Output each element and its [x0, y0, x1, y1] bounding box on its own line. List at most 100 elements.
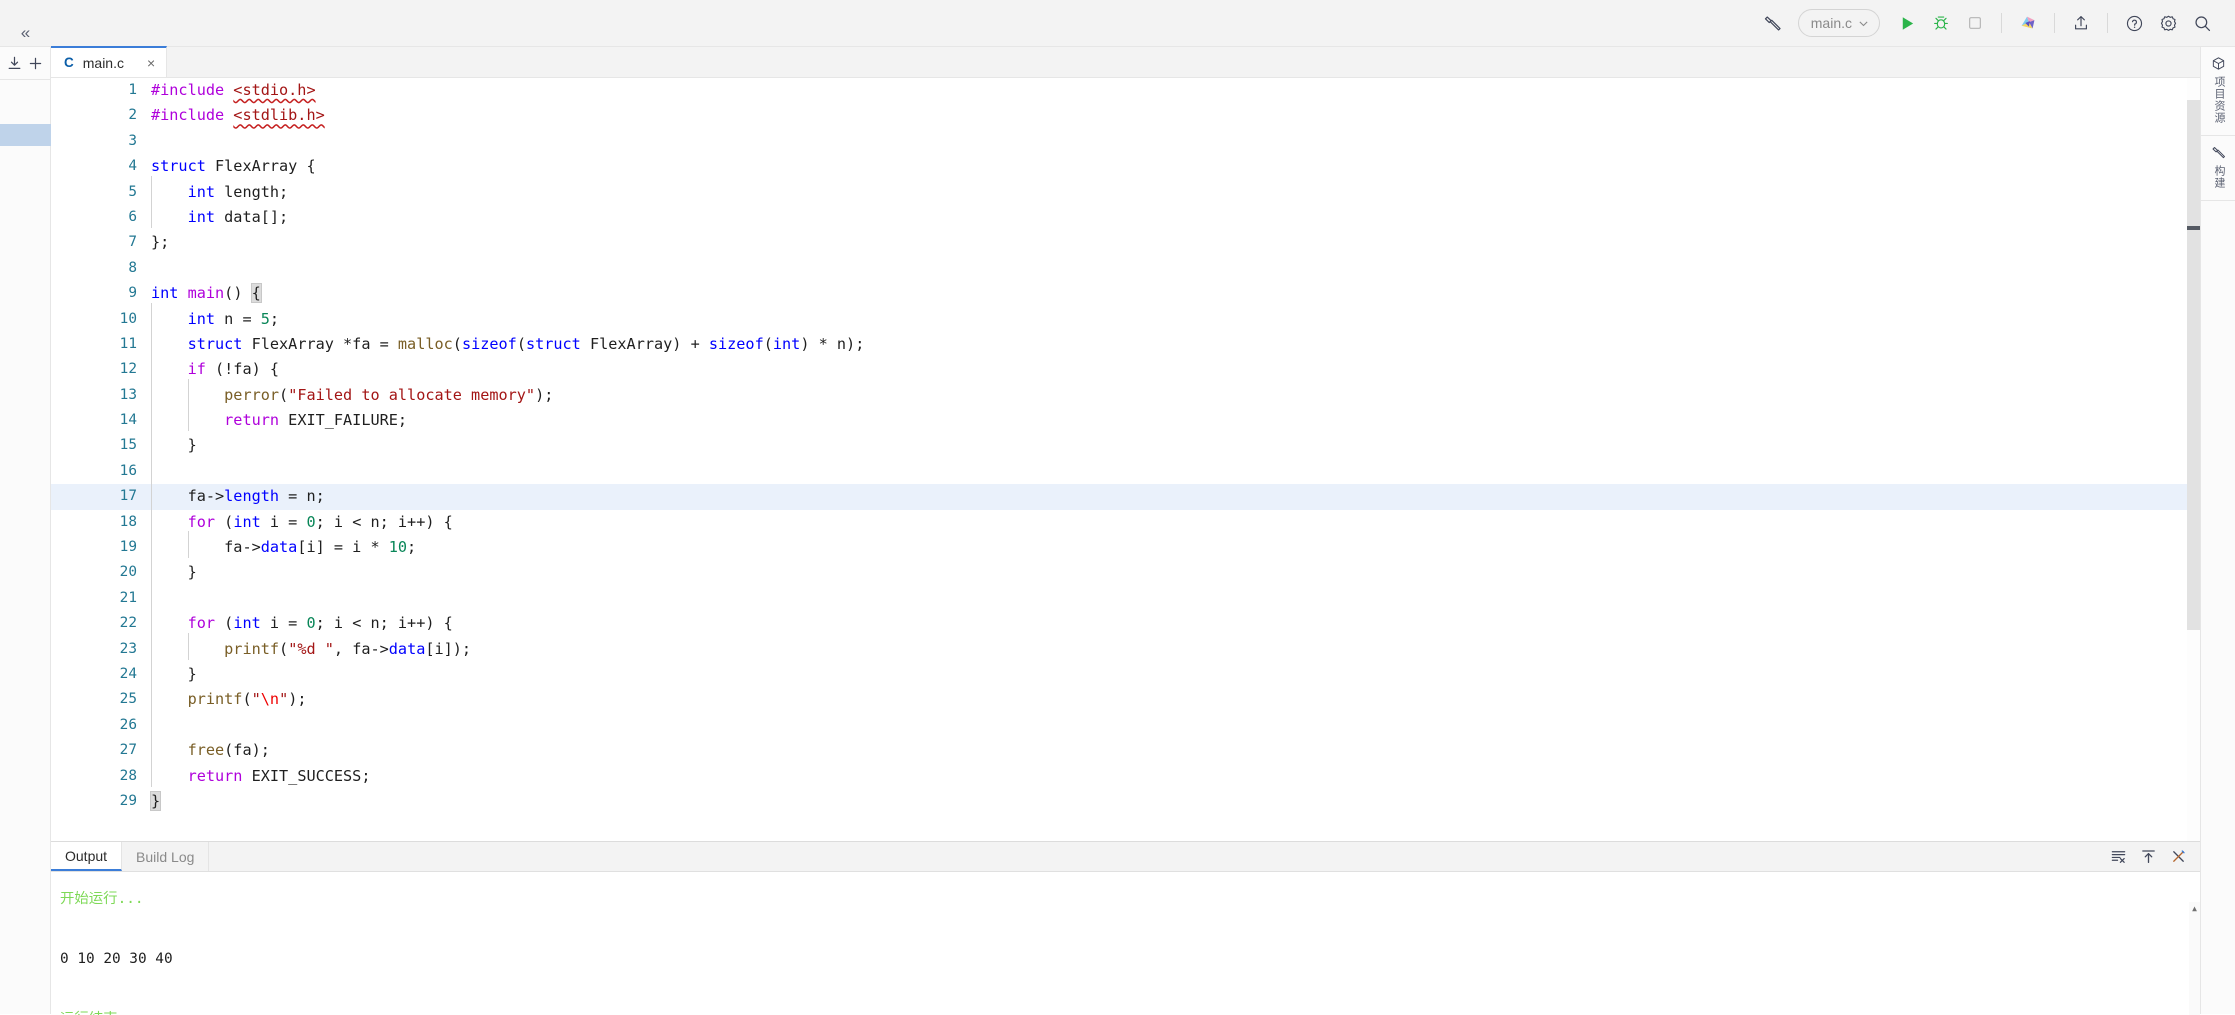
line-text[interactable]: for (int i = 0; i < n; i++) { — [151, 607, 453, 636]
indent-guide — [151, 429, 188, 458]
indent-guide — [151, 200, 188, 230]
code-line[interactable]: 6 int data[]; — [51, 200, 2200, 230]
share-upload-icon[interactable] — [2064, 6, 2098, 40]
import-download-icon[interactable] — [4, 52, 25, 74]
right-rail-item-project-resources[interactable]: 项目资源 — [2201, 47, 2235, 136]
help-icon[interactable] — [2117, 6, 2151, 40]
line-text[interactable]: struct FlexArray { — [151, 154, 316, 179]
code-line[interactable]: 5 int length; — [51, 175, 2200, 205]
line-text[interactable]: return EXIT_SUCCESS; — [151, 759, 370, 789]
code-line[interactable]: 20 } — [51, 556, 2200, 585]
code-line[interactable]: 17 fa->length = n; — [51, 480, 2200, 510]
line-text[interactable]: } — [151, 556, 197, 585]
code-line[interactable]: 16 — [51, 454, 2200, 484]
debug-button[interactable] — [1924, 6, 1958, 40]
editor-scrollbar[interactable] — [2187, 78, 2200, 841]
line-text[interactable]: free(fa); — [151, 734, 270, 763]
line-text[interactable]: printf("\n"); — [151, 683, 307, 712]
code-line[interactable]: 1 #include <stdio.h> — [51, 78, 2200, 103]
editor-tab-main-c[interactable]: C main.c × — [51, 46, 168, 77]
code-editor[interactable]: 1 #include <stdio.h> 2 #include <stdlib.h> 3… — [51, 78, 2200, 841]
tab-build-log[interactable]: Build Log — [122, 842, 210, 871]
code-line[interactable]: 24 } — [51, 657, 2200, 687]
tab-output[interactable]: Output — [51, 842, 123, 871]
line-number: 11 — [119, 335, 137, 352]
code-line[interactable]: 23 printf("%d ", fa->data[i]); — [51, 632, 2200, 662]
code-line[interactable]: 8 — [51, 256, 2200, 281]
code-lines[interactable]: 1 #include <stdio.h> 2 #include <stdlib.h> 3… — [51, 78, 2200, 814]
code-token: length — [224, 487, 280, 506]
code-line[interactable]: 11 struct FlexArray *fa = malloc(sizeof(… — [51, 327, 2200, 357]
bottom-panel-tabs: Output Build Log — [51, 842, 2200, 872]
file-tree-selected-item[interactable] — [0, 124, 51, 146]
line-text[interactable]: perror("Failed to allocate memory"); — [151, 378, 553, 408]
line-text[interactable]: return EXIT_FAILURE; — [151, 404, 407, 433]
code-line[interactable]: 19 fa->data[i] = i * 10; — [51, 530, 2200, 560]
code-line[interactable]: 15 } — [51, 429, 2200, 458]
line-text[interactable]: int data[]; — [151, 200, 288, 230]
code-line[interactable]: 2 #include <stdlib.h> — [51, 103, 2200, 128]
close-panel-icon[interactable] — [2166, 845, 2190, 869]
code-token: struct — [525, 334, 581, 353]
code-line[interactable]: 25 printf("\n"); — [51, 683, 2200, 712]
output-console[interactable]: 开始运行... 0 10 20 30 40 运行结束。 ▲ ▼ — [51, 872, 2200, 1015]
code-line[interactable]: 9 int main() { — [51, 281, 2200, 306]
line-text[interactable]: int length; — [151, 175, 288, 205]
code-line[interactable]: 28 return EXIT_SUCCESS; — [51, 759, 2200, 789]
code-line[interactable]: 10 int n = 5; — [51, 302, 2200, 332]
indent-guide — [151, 607, 188, 636]
code-token: return — [187, 766, 243, 785]
build-target-select[interactable]: main.c — [1797, 9, 1880, 37]
ai-assistant-icon[interactable] — [2011, 6, 2045, 40]
code-line[interactable]: 18 for (int i = 0; i < n; i++) { — [51, 505, 2200, 535]
code-line[interactable]: 13 perror("Failed to allocate memory"); — [51, 378, 2200, 408]
line-text[interactable] — [151, 454, 188, 484]
line-text[interactable]: }; — [151, 230, 169, 255]
stop-button[interactable] — [1958, 6, 1992, 40]
run-button[interactable] — [1890, 6, 1924, 40]
line-text[interactable]: for (int i = 0; i < n; i++) { — [151, 505, 453, 535]
code-token: (!fa) { — [205, 360, 280, 379]
code-line[interactable]: 21 — [51, 581, 2200, 611]
output-line: 运行结束。 — [60, 1004, 2200, 1015]
code-line[interactable]: 22 for (int i = 0; i < n; i++) { — [51, 607, 2200, 636]
code-line[interactable]: 4 struct FlexArray { — [51, 154, 2200, 179]
add-file-icon[interactable] — [25, 52, 46, 74]
scroll-up-arrow-icon[interactable]: ▲ — [2190, 904, 2199, 913]
line-text[interactable]: fa->length = n; — [151, 480, 325, 509]
code-line[interactable]: 27 free(fa); — [51, 734, 2200, 763]
code-token: }; — [151, 233, 170, 252]
line-text[interactable]: int main() { — [151, 281, 262, 306]
line-text[interactable]: } — [149, 789, 162, 814]
line-text[interactable]: #include <stdio.h> — [151, 78, 316, 103]
build-hammer-icon[interactable] — [1756, 6, 1790, 40]
line-text[interactable]: } — [151, 429, 197, 458]
clear-output-icon[interactable] — [2106, 845, 2130, 869]
editor-scrollbar-track[interactable] — [2187, 100, 2200, 630]
line-text[interactable]: printf("%d ", fa->data[i]); — [151, 632, 471, 662]
code-line[interactable]: 26 — [51, 708, 2200, 738]
line-text[interactable]: #include <stdlib.h> — [151, 103, 325, 128]
close-icon[interactable]: × — [147, 55, 155, 71]
line-text[interactable]: if (!fa) { — [151, 353, 280, 382]
line-text[interactable] — [151, 708, 188, 738]
right-rail-item-build[interactable]: 构建 — [2201, 136, 2235, 201]
code-line[interactable]: 12 if (!fa) { — [51, 353, 2200, 382]
line-text[interactable]: fa->data[i] = i * 10; — [151, 530, 416, 560]
indent-guide — [151, 657, 188, 687]
line-text[interactable]: int n = 5; — [151, 302, 279, 332]
editor-scrollbar-thumb[interactable] — [2187, 226, 2200, 230]
line-text[interactable]: struct FlexArray *fa = malloc(sizeof(str… — [151, 327, 864, 357]
line-text[interactable] — [151, 581, 188, 611]
gear-icon[interactable] — [2151, 6, 2185, 40]
maximize-panel-icon[interactable] — [2136, 845, 2160, 869]
code-line[interactable]: 14 return EXIT_FAILURE; — [51, 404, 2200, 433]
output-scrollbar[interactable]: ▲ ▼ — [2189, 902, 2200, 1015]
code-line[interactable]: 7}; — [51, 230, 2200, 255]
line-text[interactable]: } — [151, 657, 197, 687]
code-line[interactable]: 3 — [51, 129, 2200, 154]
line-number: 6 — [128, 208, 137, 225]
code-line[interactable]: 29} — [51, 789, 2200, 814]
search-icon[interactable] — [2185, 6, 2219, 40]
collapse-sidebar-button[interactable]: « — [0, 0, 51, 47]
